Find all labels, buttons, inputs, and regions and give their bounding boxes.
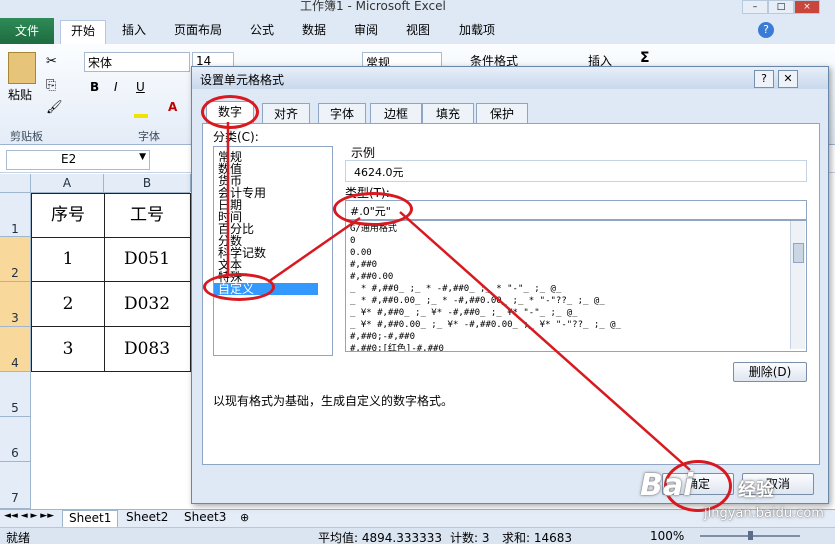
watermark-url: jingyan.baidu.com	[704, 506, 824, 521]
watermark-brand-2: 经验	[738, 480, 774, 501]
annotation-arrow-line	[267, 216, 361, 284]
watermark-brand: Bai	[640, 468, 694, 503]
annotation-arrow-line	[399, 211, 691, 471]
annotation-arrows	[226, 122, 691, 471]
